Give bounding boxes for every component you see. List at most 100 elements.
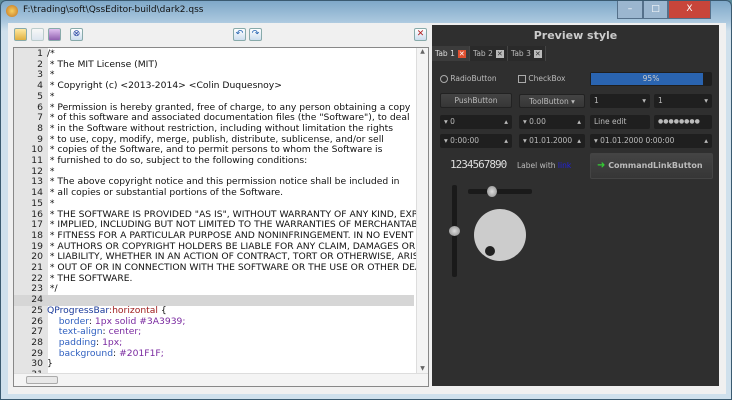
datetime-edit[interactable]: ▾ 01.01.2000 0:00:00 ▴ (590, 134, 712, 148)
radio-button[interactable]: RadioButton (440, 74, 497, 83)
code-line: 14 * all copies or substantial portions … (14, 187, 414, 199)
tab-1[interactable]: Tab 1 ✕ (432, 46, 470, 61)
app-icon (6, 5, 18, 17)
horizontal-scrollbar[interactable] (14, 373, 428, 386)
line-text: */ (47, 283, 58, 295)
tab-close-icon[interactable]: ✕ (533, 50, 542, 58)
property: background (58, 347, 114, 359)
checkbox-label: CheckBox (528, 74, 566, 83)
label-text: Label with (517, 161, 558, 170)
property: padding (58, 336, 97, 348)
tab-label: Tab 2 (473, 49, 493, 58)
dropdown-icon: ▾ (642, 96, 646, 105)
tab-3[interactable]: Tab 3 ✕ (508, 46, 546, 61)
preview-title: Preview style (533, 29, 618, 42)
line-text: * all copies or substantial portions of … (47, 187, 284, 199)
tab-2[interactable]: Tab 2 ✕ (470, 46, 508, 61)
toggle-preview-icon[interactable]: ✕ (414, 28, 427, 41)
app-window: F:\trading\soft\QssEditor-build\dark2.qs… (0, 0, 732, 400)
line-number: 25 (31, 304, 43, 316)
vertical-scrollbar[interactable]: ▲ ▼ (416, 48, 428, 374)
redo-icon[interactable]: ↷ (249, 28, 262, 41)
code-lines[interactable]: 1/* 2 * The MIT License (MIT) 3 * 4 * Copyr… (14, 48, 428, 381)
tool-button[interactable]: ToolButton ▾ (519, 94, 585, 108)
spin-value: 0.00 (529, 117, 546, 126)
tab-close-icon[interactable]: ✕ (495, 50, 504, 58)
radio-label: RadioButton (450, 74, 497, 83)
selector: QProgressBar (47, 304, 109, 316)
lcd-number: 1234567890 (450, 158, 507, 171)
line-text: } (47, 358, 53, 370)
checkbox[interactable]: CheckBox (518, 74, 565, 83)
pseudo-state: :horizontal (109, 304, 158, 316)
minimize-button[interactable]: – (617, 1, 643, 19)
date-value: 01.01.2000 (529, 136, 573, 145)
vertical-slider[interactable] (449, 185, 460, 277)
code-line: 5 * (14, 90, 414, 103)
scroll-thumb[interactable] (26, 376, 58, 384)
tab-close-icon[interactable]: ✕ (457, 50, 466, 58)
label-link[interactable]: link (558, 161, 571, 170)
property: border (58, 315, 89, 327)
progress-bar: 95% (590, 72, 712, 86)
arrow-right-icon: ➜ (597, 160, 606, 171)
spin-box[interactable]: ▾ 0 ▴ (440, 115, 512, 129)
push-button[interactable]: PushButton (440, 93, 512, 108)
datetime-value: 01.01.2000 0:00:00 (600, 136, 675, 145)
command-link-label: CommandLinkButton (608, 161, 703, 170)
save-icon[interactable] (31, 28, 44, 41)
code-editor[interactable]: 1/* 2 * The MIT License (MIT) 3 * 4 * Copyr… (13, 47, 429, 387)
code-line: 15 * (14, 197, 414, 210)
combo-box-1[interactable]: 1 ▾ (590, 94, 650, 108)
open-icon[interactable] (14, 28, 27, 41)
property-value: center; (108, 326, 142, 338)
property: text-align (58, 326, 103, 338)
time-edit[interactable]: ▾ 0:00:00 ▴ (440, 134, 512, 148)
code-line: 29 background: #201F1F; (14, 347, 414, 360)
combo-box-2[interactable]: 1 ▾ (654, 94, 712, 108)
property-value: #201F1F; (119, 347, 164, 359)
line-text: * The MIT License (MIT) (47, 58, 158, 70)
tab-label: Tab 3 (511, 49, 531, 58)
close-button[interactable]: X (668, 1, 711, 19)
tool-button-label: ToolButton (529, 97, 569, 106)
password-field[interactable]: ●●●●●●●● (654, 115, 712, 129)
time-value: 0:00:00 (450, 136, 480, 145)
checkbox-icon (518, 75, 526, 83)
double-spin-box[interactable]: ▾ 0.00 ▴ (519, 115, 585, 129)
save-as-icon[interactable] (48, 28, 61, 41)
client-area: ⊗ ↶ ↷ ✕ 1/* 2 * The MIT License (MIT) 3 * 4… (8, 23, 726, 394)
line-edit[interactable]: Line edit (590, 115, 650, 129)
line-text: * (47, 90, 55, 102)
property-value: 1px solid #3A3939; (94, 315, 186, 327)
radio-icon (440, 75, 448, 83)
dropdown-icon: ▾ (704, 96, 708, 105)
preview-panel: Preview style Tab 1 ✕ Tab 2 ✕ Tab 3 ✕ Radio… (432, 25, 719, 386)
line-number: 15 (31, 197, 43, 209)
slider-handle[interactable] (449, 226, 460, 236)
spin-value: 0 (450, 117, 455, 126)
undo-icon[interactable]: ↶ (233, 28, 246, 41)
link-label: Label with link (517, 161, 571, 170)
combo-value: 1 (658, 96, 663, 105)
line-number: 5 (37, 90, 43, 102)
brace: { (157, 304, 167, 316)
line-text: * furnished to do so, subject to the fol… (47, 155, 308, 167)
command-link-button[interactable]: ➜ CommandLinkButton (590, 153, 713, 179)
code-line: 22 * THE SOFTWARE. (14, 272, 414, 285)
dial[interactable] (466, 201, 534, 269)
close-file-icon[interactable]: ⊗ (70, 28, 83, 41)
line-text: * Copyright (c) <2013-2014> <Colin Duque… (47, 80, 282, 92)
progress-text: 95% (642, 74, 660, 83)
horizontal-slider[interactable] (468, 186, 532, 197)
code-line: 30} (14, 359, 414, 370)
combo-value: 1 (594, 96, 599, 105)
line-text: * THE SOFTWARE. (47, 272, 133, 284)
tab-label: Tab 1 (435, 49, 455, 58)
dial-notch (485, 246, 495, 256)
code-line: 11 * furnished to do so, subject to the … (14, 155, 414, 167)
window-title: F:\trading\soft\QssEditor-build\dark2.qs… (23, 5, 204, 15)
date-edit[interactable]: ▾ 01.01.2000 ▴ (519, 134, 585, 148)
maximize-button[interactable]: □ (643, 1, 668, 19)
slider-handle[interactable] (486, 186, 497, 197)
